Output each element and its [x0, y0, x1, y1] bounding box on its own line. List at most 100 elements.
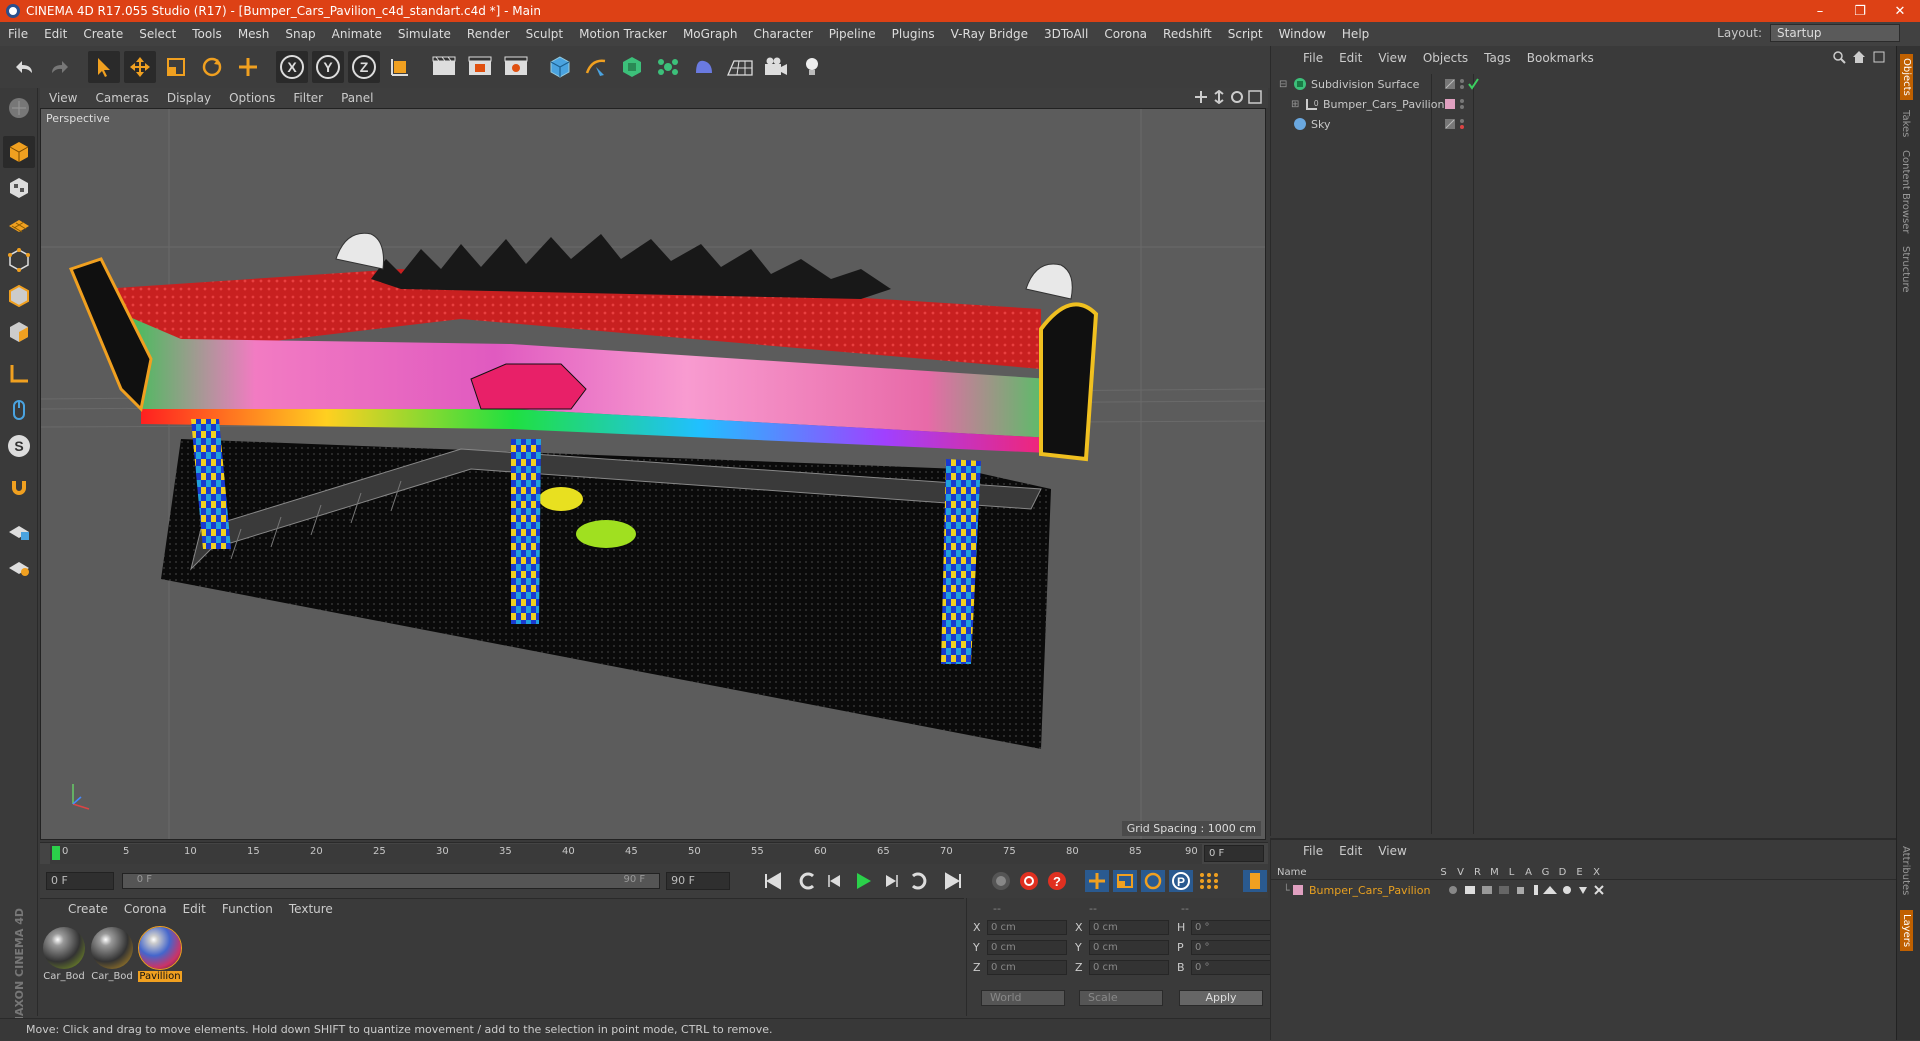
minimize-button[interactable]: –	[1800, 0, 1840, 22]
menu-render[interactable]: Render	[459, 27, 518, 41]
menu-mesh[interactable]: Mesh	[230, 27, 278, 41]
menu-select[interactable]: Select	[131, 27, 184, 41]
objects-menu-edit[interactable]: Edit	[1331, 51, 1370, 65]
key-pla-icon[interactable]	[1196, 869, 1222, 893]
timeline-window-icon[interactable]	[1242, 869, 1268, 893]
search-icon[interactable]	[1832, 50, 1846, 64]
menu-simulate[interactable]: Simulate	[390, 27, 459, 41]
object-row-subdivision-surface[interactable]: ⊟ Subdivision Surface	[1271, 74, 1897, 94]
render-view-icon[interactable]	[428, 51, 460, 83]
position-z-field[interactable]: 0 cm	[987, 960, 1067, 975]
magnet-icon[interactable]	[3, 472, 35, 504]
objects-menu-view[interactable]: View	[1370, 51, 1414, 65]
current-frame-field[interactable]: 0 F	[1204, 845, 1264, 862]
autokeying-icon[interactable]	[1016, 869, 1042, 893]
position-x-field[interactable]: 0 cm	[987, 920, 1067, 935]
size-mode-dropdown[interactable]: Scale	[1079, 990, 1163, 1006]
material-menu-function[interactable]: Function	[214, 902, 281, 916]
spline-pen-icon[interactable]	[580, 51, 612, 83]
objects-menu-tags[interactable]: Tags	[1476, 51, 1519, 65]
record-keys-icon[interactable]	[988, 869, 1014, 893]
layer-row[interactable]: └ Bumper_Cars_Pavilion	[1271, 882, 1897, 898]
menu-redshift[interactable]: Redshift	[1155, 27, 1220, 41]
texture-mode-icon[interactable]	[3, 172, 35, 204]
material-swatch[interactable]: Pavillion	[138, 926, 182, 982]
new-view-icon[interactable]	[1872, 50, 1886, 64]
objects-menu-bookmarks[interactable]: Bookmarks	[1519, 51, 1602, 65]
close-button[interactable]: ✕	[1880, 0, 1920, 22]
render-settings-icon[interactable]	[500, 51, 532, 83]
key-rotation-icon[interactable]	[1140, 869, 1166, 893]
key-position-icon[interactable]	[1084, 869, 1110, 893]
size-z-field[interactable]: 0 cm	[1089, 960, 1169, 975]
array-icon[interactable]	[652, 51, 684, 83]
lock-workplane-icon[interactable]	[3, 514, 35, 546]
make-editable-icon[interactable]	[3, 92, 35, 124]
layers-menu-file[interactable]: File	[1295, 844, 1331, 858]
restore-button[interactable]: ❐	[1840, 0, 1880, 22]
layer-col-generators[interactable]: G	[1537, 867, 1554, 878]
size-y-field[interactable]: 0 cm	[1089, 940, 1169, 955]
menu-motion-tracker[interactable]: Motion Tracker	[571, 27, 675, 41]
menu-snap[interactable]: Snap	[277, 27, 323, 41]
floor-environment-icon[interactable]	[724, 51, 756, 83]
layer-col-locked[interactable]: L	[1503, 867, 1520, 878]
tab-content-browser[interactable]: Content Browser	[1900, 150, 1911, 233]
render-picture-viewer-icon[interactable]	[464, 51, 496, 83]
layer-col-xref[interactable]: X	[1588, 867, 1605, 878]
move-icon[interactable]	[124, 51, 156, 83]
end-frame-field[interactable]: 90 F	[666, 872, 730, 890]
layer-col-manager[interactable]: M	[1486, 867, 1503, 878]
menu-sculpt[interactable]: Sculpt	[518, 27, 571, 41]
start-frame-field[interactable]: 0 F	[46, 872, 114, 890]
coordinate-system-icon[interactable]	[384, 51, 416, 83]
go-to-start-icon[interactable]	[760, 869, 786, 893]
tweak-mode-icon[interactable]	[3, 394, 35, 426]
layer-col-solo[interactable]: S	[1435, 867, 1452, 878]
expand-toggle-icon[interactable]: ⊞	[1291, 99, 1301, 110]
layer-col-expressions[interactable]: E	[1571, 867, 1588, 878]
key-parameter-icon[interactable]: P	[1168, 869, 1194, 893]
rotation-p-field[interactable]: 0 °	[1191, 940, 1271, 955]
y-axis-icon[interactable]: Y	[312, 51, 344, 83]
transform-icon[interactable]	[232, 51, 264, 83]
menu-mograph[interactable]: MoGraph	[675, 27, 746, 41]
objects-menu-objects[interactable]: Objects	[1415, 51, 1476, 65]
go-to-end-icon[interactable]	[940, 869, 966, 893]
layer-col-view[interactable]: V	[1452, 867, 1469, 878]
generator-icon[interactable]	[616, 51, 648, 83]
perspective-viewport[interactable]: Perspective Grid Spacing : 1000 cm	[40, 108, 1266, 840]
menu-window[interactable]: Window	[1271, 27, 1334, 41]
playhead-marker[interactable]	[52, 846, 60, 860]
undo-icon[interactable]	[8, 51, 40, 83]
polygons-mode-icon[interactable]	[3, 316, 35, 348]
menu-vray-bridge[interactable]: V-Ray Bridge	[943, 27, 1036, 41]
tab-attributes[interactable]: Attributes	[1900, 846, 1911, 895]
viewport-menu-cameras[interactable]: Cameras	[86, 91, 157, 105]
layer-col-animation[interactable]: A	[1520, 867, 1537, 878]
layers-menu-view[interactable]: View	[1370, 844, 1414, 858]
z-axis-icon[interactable]: Z	[348, 51, 380, 83]
expand-toggle-icon[interactable]: ⊟	[1279, 79, 1289, 90]
timeline-ruler[interactable]: 0 5 10 15 20 25 30 35 40 45 50 55 60 65 …	[40, 842, 1268, 864]
previous-key-icon[interactable]	[794, 869, 820, 893]
planar-workplane-icon[interactable]	[3, 550, 35, 582]
menu-edit[interactable]: Edit	[36, 27, 75, 41]
menu-character[interactable]: Character	[745, 27, 820, 41]
deformer-icon[interactable]	[688, 51, 720, 83]
viewport-menu-view[interactable]: View	[40, 91, 86, 105]
menu-animate[interactable]: Animate	[324, 27, 390, 41]
rotate-icon[interactable]	[196, 51, 228, 83]
layer-flag-icons[interactable]	[1445, 884, 1615, 896]
object-row-sky[interactable]: Sky	[1271, 114, 1897, 134]
keyframe-selection-icon[interactable]: ?	[1044, 869, 1070, 893]
menu-file[interactable]: File	[0, 27, 36, 41]
size-x-field[interactable]: 0 cm	[1089, 920, 1169, 935]
tab-layers[interactable]: Layers	[1900, 910, 1913, 952]
orbit-view-icon[interactable]	[1230, 90, 1244, 104]
viewport-menu-display[interactable]: Display	[158, 91, 220, 105]
cube-primitive-icon[interactable]	[544, 51, 576, 83]
edges-mode-icon[interactable]	[3, 280, 35, 312]
axis-mode-icon[interactable]	[3, 358, 35, 390]
viewport-menu-panel[interactable]: Panel	[332, 91, 382, 105]
